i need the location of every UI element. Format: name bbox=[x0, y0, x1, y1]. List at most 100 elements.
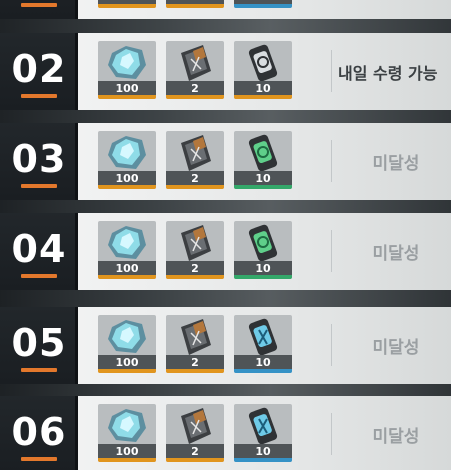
crystal-icon bbox=[98, 404, 156, 448]
reward-item-capsule[interactable]: 10 bbox=[234, 131, 292, 189]
day-number: 06 bbox=[11, 409, 67, 454]
reward-item-data-pack[interactable]: 2 bbox=[166, 131, 224, 189]
day-number: 03 bbox=[11, 136, 67, 181]
day-number-panel bbox=[0, 0, 78, 19]
day-number-panel: 06 bbox=[0, 396, 78, 470]
day-accent-bar bbox=[21, 93, 57, 98]
data-pack-icon bbox=[166, 131, 224, 175]
reward-row-day-04: 04 100 2 10 미달성 bbox=[0, 213, 451, 290]
rarity-bar bbox=[166, 275, 224, 279]
rarity-bar bbox=[98, 95, 156, 99]
reward-item-capsule[interactable]: 10 bbox=[234, 315, 292, 373]
rarity-bar bbox=[98, 275, 156, 279]
day-number-panel: 03 bbox=[0, 123, 78, 200]
background-strip bbox=[0, 110, 451, 123]
item-quantity: 100 bbox=[98, 81, 156, 95]
reward-item-data-pack[interactable]: 2 bbox=[166, 404, 224, 462]
rarity-bar bbox=[166, 95, 224, 99]
data-pack-icon bbox=[166, 221, 224, 265]
divider bbox=[331, 324, 332, 366]
crystal-icon bbox=[98, 221, 156, 265]
capsule-icon bbox=[234, 404, 292, 448]
reward-item-crystal[interactable]: 100 bbox=[98, 404, 156, 462]
data-pack-icon bbox=[166, 315, 224, 359]
reward-card: 100 2 10 미달성 bbox=[78, 307, 451, 384]
divider bbox=[331, 230, 332, 272]
rarity-bar bbox=[98, 185, 156, 189]
item-quantity: 10 bbox=[234, 355, 292, 369]
reward-item-capsule[interactable]: 10 bbox=[234, 41, 292, 99]
reward-item[interactable] bbox=[166, 0, 224, 8]
rarity-bar bbox=[234, 369, 292, 373]
rarity-bar bbox=[234, 185, 292, 189]
item-quantity: 100 bbox=[98, 444, 156, 458]
reward-item-data-pack[interactable]: 2 bbox=[166, 315, 224, 373]
day-number: 04 bbox=[11, 226, 67, 271]
reward-item-data-pack[interactable]: 2 bbox=[166, 41, 224, 99]
rarity-bar bbox=[98, 369, 156, 373]
reward-status: 미달성 bbox=[372, 338, 420, 358]
reward-item[interactable] bbox=[234, 0, 292, 8]
crystal-icon bbox=[98, 315, 156, 359]
background-strip bbox=[0, 200, 451, 213]
capsule-icon bbox=[234, 315, 292, 359]
reward-item-data-pack[interactable]: 2 bbox=[166, 221, 224, 279]
item-quantity: 10 bbox=[234, 171, 292, 185]
data-pack-icon bbox=[166, 404, 224, 448]
rarity-bar bbox=[166, 458, 224, 462]
rarity-bar bbox=[98, 458, 156, 462]
day-number: 05 bbox=[11, 320, 67, 365]
divider bbox=[331, 50, 332, 92]
reward-card: 100 2 10 내일 수령 가능 bbox=[78, 33, 451, 110]
reward-row-day-03: 03 100 2 10 미달성 bbox=[0, 123, 451, 200]
item-quantity: 2 bbox=[166, 81, 224, 95]
capsule-icon bbox=[234, 41, 292, 85]
background-strip bbox=[0, 290, 451, 307]
day-accent-bar bbox=[21, 2, 57, 7]
rarity-bar bbox=[166, 369, 224, 373]
day-accent-bar bbox=[21, 183, 57, 188]
reward-item-crystal[interactable]: 100 bbox=[98, 315, 156, 373]
rarity-bar bbox=[166, 185, 224, 189]
rarity-bar bbox=[234, 275, 292, 279]
data-pack-icon bbox=[166, 41, 224, 85]
capsule-icon bbox=[234, 221, 292, 265]
item-quantity: 100 bbox=[98, 261, 156, 275]
item-quantity: 2 bbox=[166, 261, 224, 275]
reward-status: 미달성 bbox=[372, 154, 420, 174]
day-number-panel: 05 bbox=[0, 307, 78, 384]
rarity-bar bbox=[234, 458, 292, 462]
day-accent-bar bbox=[21, 367, 57, 372]
item-quantity: 10 bbox=[234, 444, 292, 458]
divider bbox=[331, 413, 332, 455]
item-quantity: 100 bbox=[98, 171, 156, 185]
reward-row-day-06: 06 100 2 10 미달성 bbox=[0, 396, 451, 470]
day-accent-bar bbox=[21, 456, 57, 461]
reward-card: 100 2 10 미달성 bbox=[78, 396, 451, 470]
reward-card bbox=[78, 0, 451, 19]
reward-item[interactable] bbox=[98, 0, 156, 8]
item-quantity: 2 bbox=[166, 444, 224, 458]
reward-card: 100 2 10 미달성 bbox=[78, 123, 451, 200]
crystal-icon bbox=[98, 131, 156, 175]
day-number-panel: 04 bbox=[0, 213, 78, 290]
day-number: 02 bbox=[11, 46, 67, 91]
item-quantity: 10 bbox=[234, 81, 292, 95]
item-quantity: 2 bbox=[166, 355, 224, 369]
divider bbox=[331, 140, 332, 182]
reward-status: 미달성 bbox=[372, 244, 420, 264]
crystal-icon bbox=[98, 41, 156, 85]
reward-item-crystal[interactable]: 100 bbox=[98, 41, 156, 99]
reward-row-day-02: 02 100 2 10 내일 수령 가능 bbox=[0, 33, 451, 110]
reward-item-crystal[interactable]: 100 bbox=[98, 221, 156, 279]
reward-row-day-05: 05 100 2 10 미달성 bbox=[0, 307, 451, 384]
day-accent-bar bbox=[21, 273, 57, 278]
rarity-bar bbox=[234, 95, 292, 99]
capsule-icon bbox=[234, 131, 292, 175]
reward-item-capsule[interactable]: 10 bbox=[234, 221, 292, 279]
reward-status: 미달성 bbox=[372, 427, 420, 447]
reward-item-crystal[interactable]: 100 bbox=[98, 131, 156, 189]
reward-item-capsule[interactable]: 10 bbox=[234, 404, 292, 462]
day-number-panel: 02 bbox=[0, 33, 78, 110]
background-strip bbox=[0, 19, 451, 33]
